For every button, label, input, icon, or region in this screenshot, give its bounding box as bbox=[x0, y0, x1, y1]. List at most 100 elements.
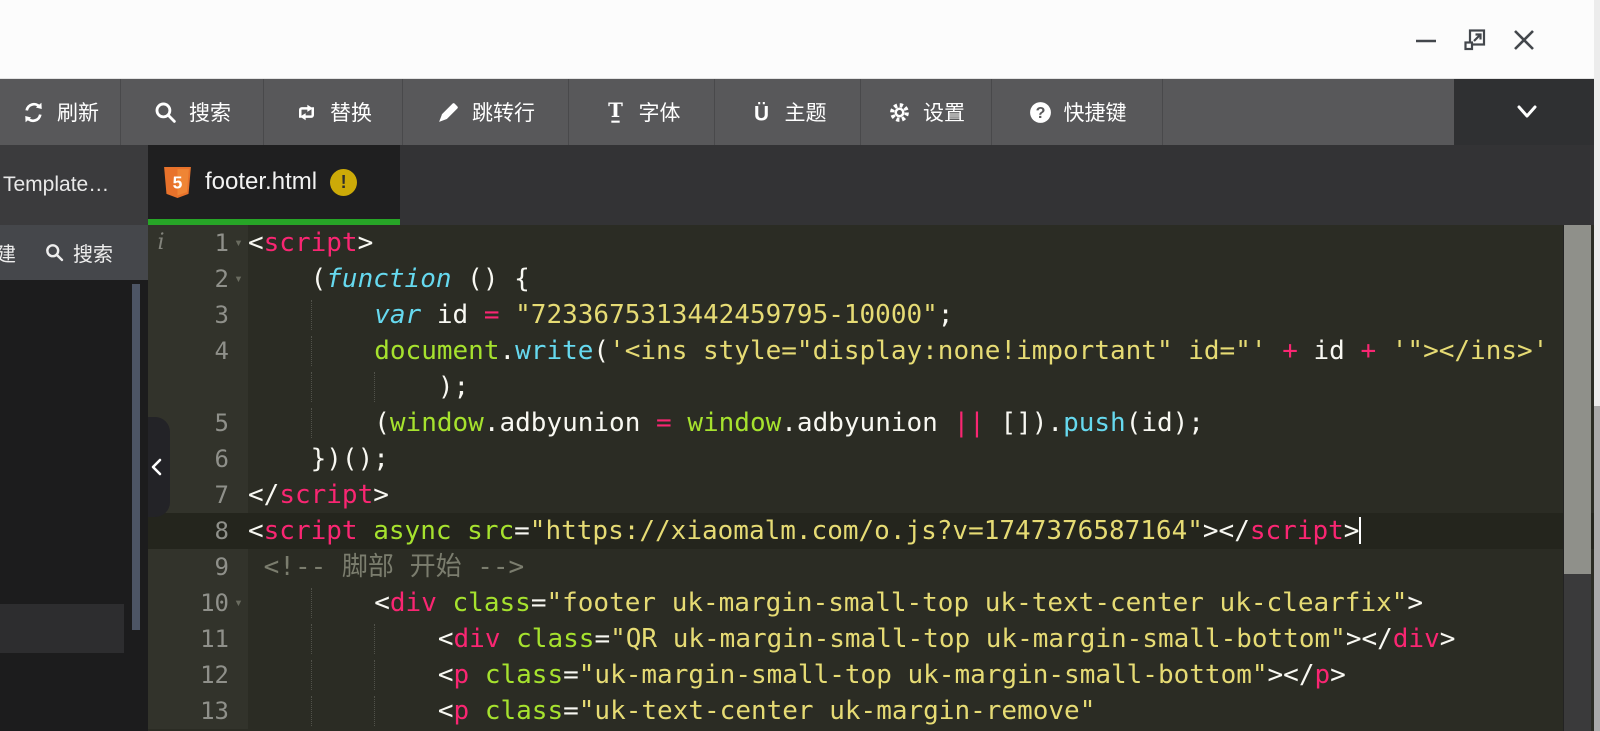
gutter: 3 bbox=[148, 297, 248, 333]
theme-icon: Ü bbox=[749, 100, 774, 125]
line-number: 9 bbox=[174, 549, 229, 585]
page-scrollbar[interactable] bbox=[1594, 0, 1600, 731]
line-number: 5 bbox=[174, 405, 229, 441]
settings-icon bbox=[887, 100, 912, 125]
code-line[interactable]: 6 })(); bbox=[148, 441, 1600, 477]
toolbar-collapse-button[interactable] bbox=[1454, 79, 1600, 145]
code-line[interactable]: 13 <p class="uk-text-center uk-margin-re… bbox=[148, 693, 1600, 729]
svg-text:Ü: Ü bbox=[753, 102, 768, 125]
fold-spacer bbox=[229, 621, 248, 657]
settings-button[interactable]: 设置 bbox=[860, 79, 991, 145]
gutter: i1▾ bbox=[148, 225, 248, 261]
sidebar-collapse-handle[interactable] bbox=[148, 417, 170, 517]
fold-spacer bbox=[229, 657, 248, 693]
line-number: 7 bbox=[174, 477, 229, 513]
lint-marker bbox=[148, 333, 174, 369]
gutter: 8 bbox=[148, 513, 248, 549]
warning-icon: ! bbox=[330, 169, 357, 196]
lint-marker bbox=[148, 261, 174, 297]
code-line[interactable]: 5 (window.adbyunion = window.adbyunion |… bbox=[148, 405, 1600, 441]
fold-spacer bbox=[229, 513, 248, 549]
tab-footer-html[interactable]: 5 footer.html ! bbox=[148, 145, 400, 225]
main-area: Template… 建 搜索 bbox=[0, 145, 1600, 731]
goto-line-icon bbox=[436, 100, 461, 125]
restore-button[interactable] bbox=[1461, 26, 1489, 54]
code-line[interactable]: 4 document.write('<ins style="display:no… bbox=[148, 333, 1600, 369]
refresh-button[interactable]: 刷新 bbox=[0, 79, 120, 145]
sidebar-search-button[interactable]: 搜索 bbox=[44, 238, 113, 267]
code-line[interactable]: 7</script> bbox=[148, 477, 1600, 513]
line-number: 13 bbox=[174, 693, 229, 729]
sidebar-new-button[interactable]: 建 bbox=[0, 238, 16, 267]
line-number: 11 bbox=[174, 621, 229, 657]
lint-marker bbox=[148, 657, 174, 693]
code-lines: i1▾<script>2▾ (function () {3 var id = "… bbox=[148, 225, 1600, 729]
fold-toggle-icon[interactable]: ▾ bbox=[229, 261, 248, 297]
search-icon bbox=[44, 242, 65, 263]
code-line[interactable]: 2▾ (function () { bbox=[148, 261, 1600, 297]
font-button[interactable]: T 字体 bbox=[568, 79, 714, 145]
code-line[interactable]: i1▾<script> bbox=[148, 225, 1600, 261]
lint-marker: i bbox=[148, 225, 174, 261]
code-line[interactable]: ); bbox=[148, 369, 1600, 405]
page-scrollbar-thumb[interactable] bbox=[1594, 406, 1600, 731]
line-number: 8 bbox=[174, 513, 229, 549]
theme-button[interactable]: Ü 主题 bbox=[714, 79, 860, 145]
code-line[interactable]: 12 <p class="uk-margin-small-top uk-marg… bbox=[148, 657, 1600, 693]
lint-marker bbox=[148, 585, 174, 621]
gutter: 4 bbox=[148, 333, 248, 369]
editor-scrollbar-thumb[interactable] bbox=[1564, 225, 1591, 574]
code-line[interactable]: 10▾ <div class="footer uk-margin-small-t… bbox=[148, 585, 1600, 621]
replace-button[interactable]: 替换 bbox=[263, 79, 402, 145]
sidebar-toolbar: 建 搜索 bbox=[0, 225, 148, 280]
restore-icon bbox=[1461, 26, 1489, 54]
sidebar-search-label: 搜索 bbox=[73, 238, 113, 267]
chevron-left-icon bbox=[148, 455, 166, 479]
font-label: 字体 bbox=[639, 97, 681, 127]
gutter: 2▾ bbox=[148, 261, 248, 297]
file-tree-panel[interactable] bbox=[0, 280, 148, 731]
shortcuts-label: 快捷键 bbox=[1064, 97, 1127, 127]
sidebar-scrollbar[interactable] bbox=[132, 284, 140, 630]
fold-toggle-icon[interactable]: ▾ bbox=[229, 585, 248, 621]
search-icon bbox=[153, 100, 178, 125]
file-tree-selected-item[interactable] bbox=[0, 604, 124, 653]
sidebar-title: Template… bbox=[0, 145, 148, 225]
search-button[interactable]: 搜索 bbox=[120, 79, 263, 145]
code-editor[interactable]: i1▾<script>2▾ (function () {3 var id = "… bbox=[148, 225, 1600, 731]
editor-scrollbar[interactable] bbox=[1563, 225, 1591, 731]
sidebar: Template… 建 搜索 bbox=[0, 145, 148, 731]
code-line[interactable]: 11 <div class="QR uk-margin-small-top uk… bbox=[148, 621, 1600, 657]
line-number bbox=[174, 369, 229, 405]
tab-bar: 5 footer.html ! bbox=[148, 145, 1600, 225]
replace-icon bbox=[294, 100, 319, 125]
fold-spacer bbox=[229, 333, 248, 369]
code-line[interactable]: 8<script async src="https://xiaomalm.com… bbox=[148, 513, 1600, 549]
code-line[interactable]: 9 <!-- 脚部 开始 --> bbox=[148, 549, 1600, 585]
line-number: 3 bbox=[174, 297, 229, 333]
gutter bbox=[148, 369, 248, 405]
shortcuts-button[interactable]: ? 快捷键 bbox=[991, 79, 1162, 145]
fold-spacer bbox=[229, 549, 248, 585]
gutter: 12 bbox=[148, 657, 248, 693]
line-number: 12 bbox=[174, 657, 229, 693]
gutter: 10▾ bbox=[148, 585, 248, 621]
svg-text:?: ? bbox=[1035, 104, 1045, 122]
fold-spacer bbox=[229, 369, 248, 405]
line-number: 10 bbox=[174, 585, 229, 621]
lint-marker bbox=[148, 693, 174, 729]
fold-toggle-icon[interactable]: ▾ bbox=[229, 225, 248, 261]
code-line[interactable]: 3 var id = "7233675313442459795-10000"; bbox=[148, 297, 1600, 333]
search-label: 搜索 bbox=[189, 97, 231, 127]
svg-text:T: T bbox=[608, 100, 623, 122]
close-button[interactable] bbox=[1510, 26, 1538, 54]
shortcuts-icon: ? bbox=[1028, 100, 1053, 125]
toolbar-spacer bbox=[1162, 79, 1454, 145]
theme-label: 主题 bbox=[785, 97, 827, 127]
minimize-button[interactable] bbox=[1412, 26, 1440, 54]
goto-line-button[interactable]: 跳转行 bbox=[402, 79, 568, 145]
line-number: 2 bbox=[174, 261, 229, 297]
refresh-icon bbox=[21, 100, 46, 125]
gutter: 13 bbox=[148, 693, 248, 729]
font-icon: T bbox=[603, 100, 628, 125]
